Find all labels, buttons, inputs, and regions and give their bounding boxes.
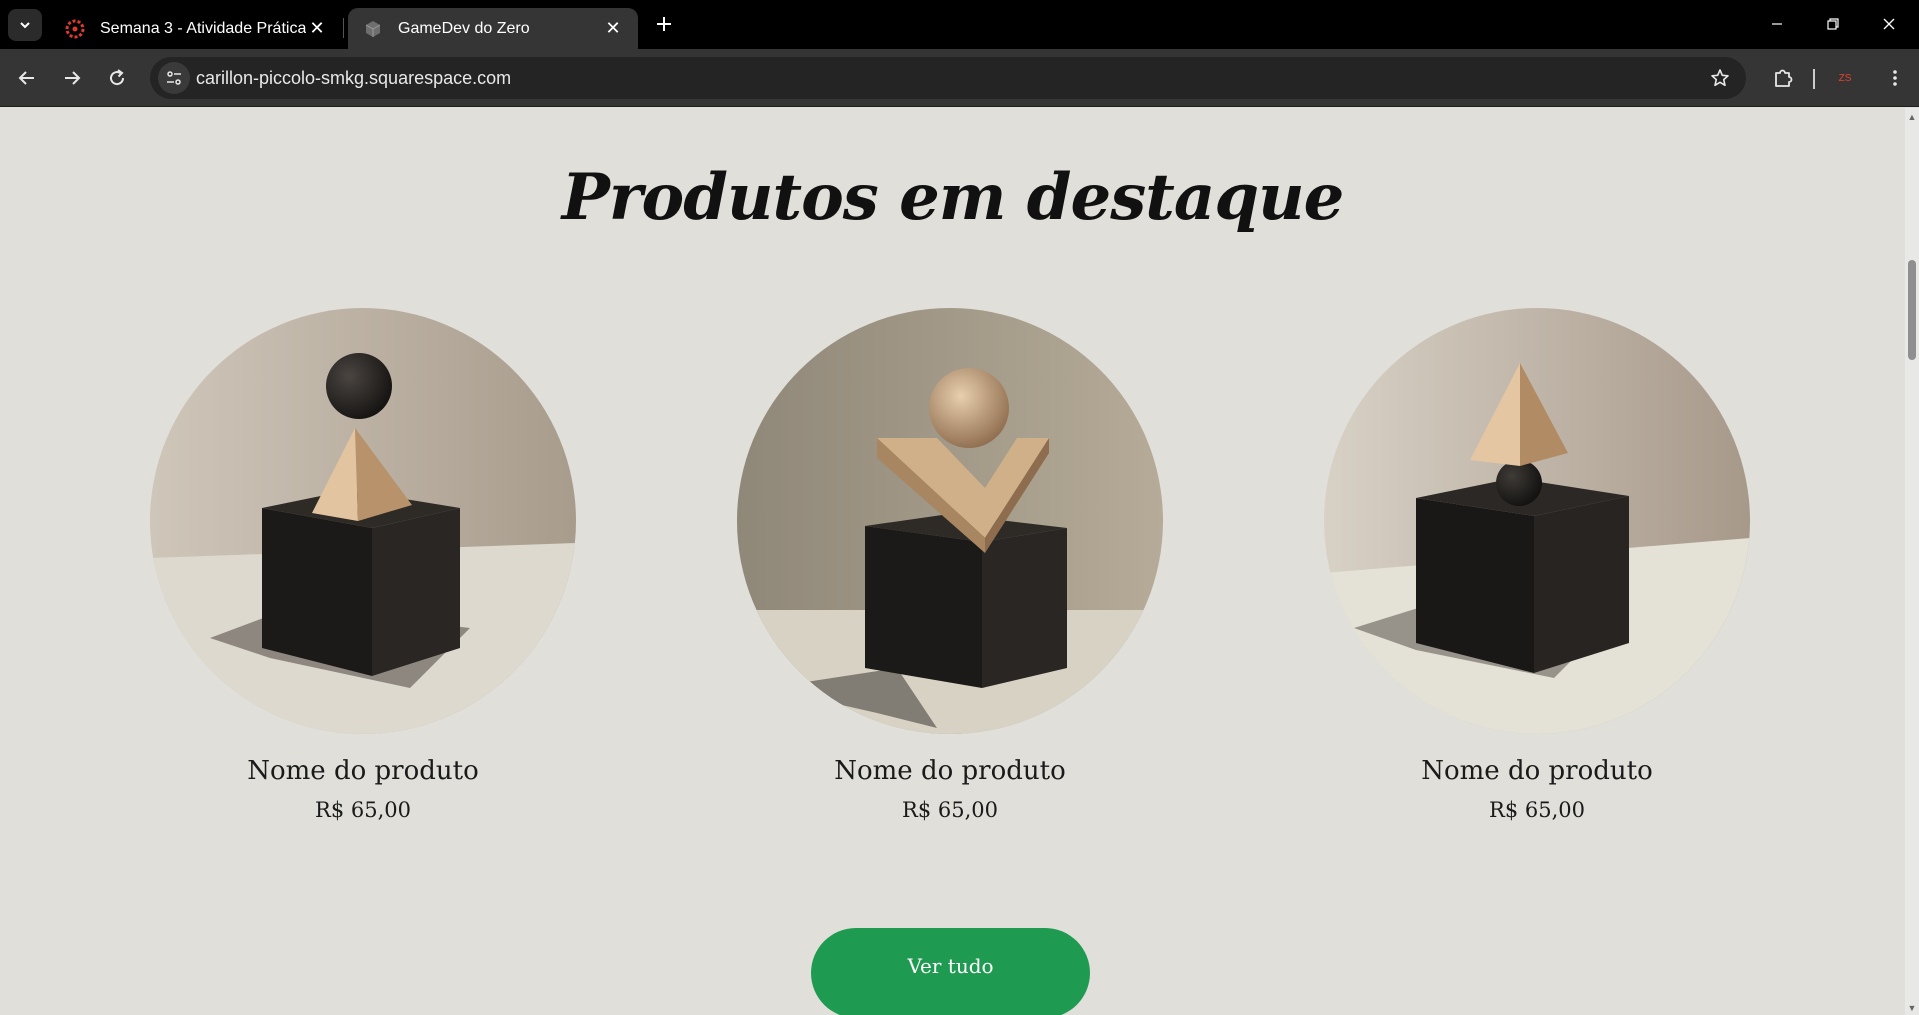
minimize-icon: [1772, 23, 1782, 25]
scroll-up-arrow-icon[interactable]: ▲: [1907, 112, 1917, 122]
reload-button[interactable]: [100, 61, 134, 95]
back-button[interactable]: [10, 61, 44, 95]
product-name[interactable]: Nome do produto: [150, 756, 576, 786]
tab-semana-3[interactable]: Semana 3 - Atividade Prática ✕: [50, 8, 342, 49]
canvas-logo-icon: [65, 19, 85, 38]
restore-button[interactable]: [1810, 6, 1856, 42]
url-text[interactable]: carillon-piccolo-smkg.squarespace.com: [196, 68, 511, 89]
product-image[interactable]: [150, 308, 576, 734]
tab-title: GameDev do Zero: [398, 19, 530, 37]
product-image[interactable]: [1324, 308, 1750, 734]
tab-strip: Semana 3 - Atividade Prática ✕ GameDev d…: [0, 0, 1919, 49]
extensions-button[interactable]: [1766, 61, 1800, 95]
page-content: Produtos em destaque Nome do produto R$ …: [0, 108, 1905, 1015]
chevron-down-icon: [20, 22, 30, 29]
address-bar[interactable]: carillon-piccolo-smkg.squarespace.com: [150, 57, 1746, 99]
product-image[interactable]: [737, 308, 1163, 734]
product-name[interactable]: Nome do produto: [737, 756, 1163, 786]
page-scrollbar[interactable]: ▲ ▼: [1905, 108, 1919, 1015]
cube-icon: [365, 20, 381, 37]
view-all-button[interactable]: Ver tudo: [811, 928, 1090, 1015]
section-heading: Produtos em destaque: [561, 160, 1345, 235]
product-price: R$ 65,00: [902, 798, 998, 822]
reload-icon: [110, 69, 125, 86]
plus-icon: [657, 17, 671, 31]
more-vertical-icon: [1893, 70, 1897, 86]
product-price: R$ 65,00: [1489, 798, 1585, 822]
product-name[interactable]: Nome do produto: [1324, 756, 1750, 786]
browser-toolbar: carillon-piccolo-smkg.squarespace.com ZS: [0, 49, 1919, 107]
close-icon[interactable]: ✕: [602, 18, 624, 40]
browser-menu-button[interactable]: [1878, 61, 1912, 95]
close-icon[interactable]: ✕: [306, 18, 328, 40]
site-info-button[interactable]: [158, 62, 190, 94]
product-card[interactable]: Nome do produto R$ 65,00: [737, 308, 1163, 822]
star-icon: [1711, 69, 1729, 87]
new-tab-button[interactable]: [650, 10, 678, 38]
profile-avatar[interactable]: ZS: [1830, 63, 1860, 93]
toolbar-divider: [1813, 69, 1815, 89]
arrow-right-icon: [65, 71, 81, 85]
tab-gamedev[interactable]: GameDev do Zero ✕: [348, 8, 638, 49]
product-card[interactable]: Nome do produto R$ 65,00: [1324, 308, 1750, 822]
arrow-left-icon: [18, 71, 34, 85]
product-price: R$ 65,00: [315, 798, 411, 822]
close-icon: [1883, 18, 1895, 30]
profile-initials: ZS: [1838, 72, 1852, 84]
restore-icon: [1827, 18, 1839, 30]
tune-icon: [167, 71, 181, 85]
scrollbar-thumb[interactable]: [1908, 260, 1916, 360]
close-window-button[interactable]: [1866, 6, 1912, 42]
tab-divider: [343, 18, 344, 38]
tab-title: Semana 3 - Atividade Prática: [100, 19, 306, 37]
forward-button[interactable]: [55, 61, 89, 95]
product-card[interactable]: Nome do produto R$ 65,00: [150, 308, 576, 822]
minimize-button[interactable]: [1754, 6, 1800, 42]
bookmark-button[interactable]: [1708, 66, 1732, 90]
scroll-down-arrow-icon[interactable]: ▼: [1907, 1003, 1917, 1013]
puzzle-icon: [1775, 69, 1793, 87]
tab-search-button[interactable]: [8, 9, 42, 41]
